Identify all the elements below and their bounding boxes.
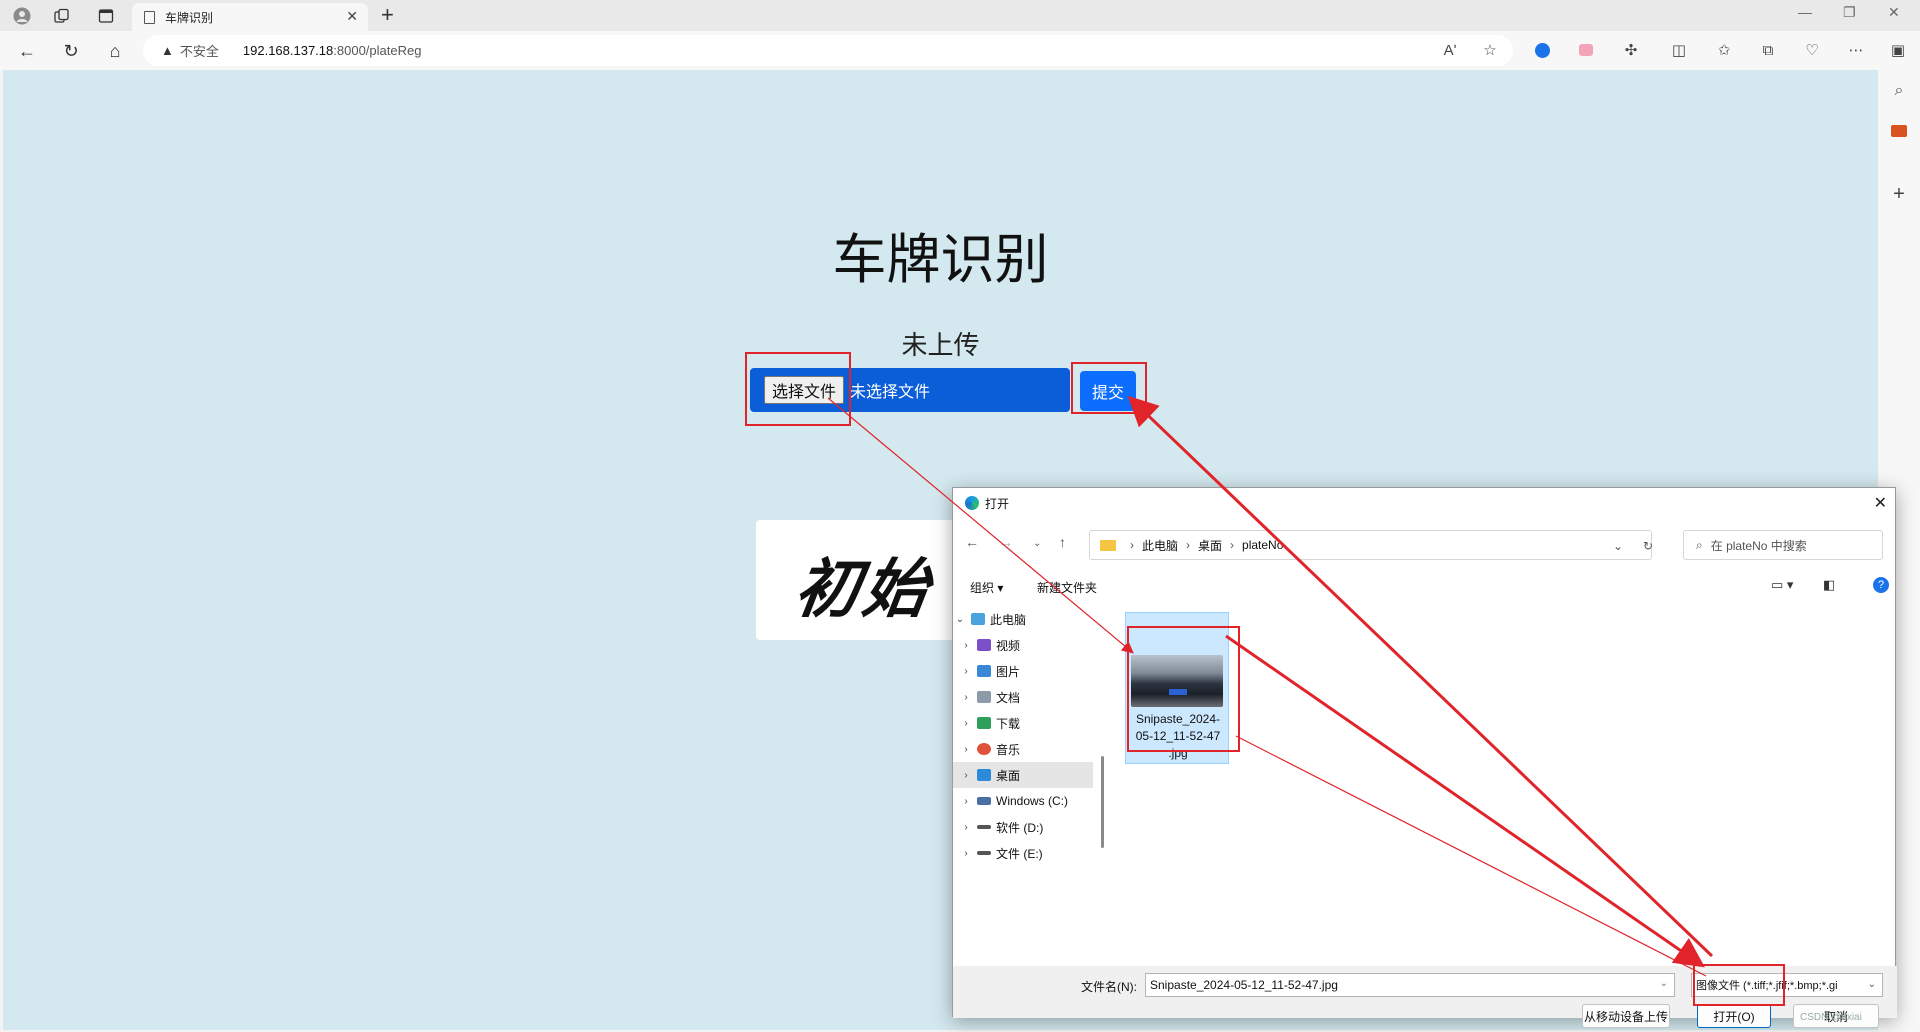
help-icon[interactable]: ?: [1873, 577, 1889, 593]
annotation-box-file-item: [1127, 626, 1240, 752]
refresh-icon[interactable]: ↻: [58, 38, 84, 64]
more-menu-icon[interactable]: ⋯: [1844, 38, 1868, 62]
extension-pink-icon[interactable]: [1574, 38, 1598, 62]
nav-pane-scrollbar[interactable]: [1101, 756, 1104, 848]
tab-title: 车牌识别: [165, 10, 214, 25]
search-icon: ⌕: [1696, 537, 1703, 552]
dialog-back-icon[interactable]: ←: [965, 534, 979, 550]
drive-icon: [977, 851, 991, 855]
videos-icon: [977, 639, 991, 651]
breadcrumb-dropdown-icon[interactable]: ⌄: [1613, 539, 1623, 553]
extension-blue-icon[interactable]: [1530, 38, 1554, 62]
profile-icon[interactable]: [10, 4, 34, 28]
dialog-title: 打开: [985, 496, 1010, 511]
security-label[interactable]: 不安全: [180, 41, 219, 60]
folder-icon: [1100, 539, 1116, 551]
tree-item-drive-c[interactable]: › Windows (C:): [953, 788, 1093, 814]
navigation-pane: ⌄ 此电脑 › 视频 › 图片 › 文档 › 下载 › 音乐 › 桌面 › Windows (C…: [953, 606, 1104, 966]
favorites-icon[interactable]: ✩: [1712, 38, 1736, 62]
tree-item-videos[interactable]: › 视频: [953, 632, 1093, 658]
result-image-text: 初始: [789, 552, 937, 627]
annotation-box-open-button: [1693, 964, 1785, 1006]
back-icon[interactable]: ←: [14, 38, 40, 64]
preview-pane-icon[interactable]: ◧: [1823, 577, 1835, 593]
sidebar-toggle-icon[interactable]: ▣: [1886, 38, 1910, 62]
url-path: :8000/plateReg: [333, 43, 422, 58]
tree-item-documents[interactable]: › 文档: [953, 684, 1093, 710]
tree-item-pictures[interactable]: › 图片: [953, 658, 1093, 684]
add-icon[interactable]: +: [1888, 183, 1910, 205]
page-icon: [144, 10, 155, 24]
address-bar[interactable]: ▲ 不安全 192.168.137.18:8000/plateReg: [143, 35, 1513, 66]
minimize-icon[interactable]: —: [1798, 4, 1812, 20]
tree-item-downloads[interactable]: › 下载: [953, 710, 1093, 736]
filename-input[interactable]: Snipaste_2024-05-12_11-52-47.jpg ⌄: [1145, 973, 1675, 997]
dialog-close-icon[interactable]: ✕: [1874, 493, 1887, 513]
upload-from-mobile-button[interactable]: 从移动设备上传: [1582, 1004, 1670, 1028]
drive-icon: [977, 797, 991, 805]
split-screen-icon[interactable]: ◫: [1667, 38, 1691, 62]
search-placeholder: 在 plateNo 中搜索: [1710, 538, 1807, 553]
browser-toolbar: ← ↻ ⌂ ▲ 不安全 192.168.137.18:8000/plateReg…: [0, 31, 1920, 70]
breadcrumb-item[interactable]: 此电脑: [1142, 537, 1178, 554]
pictures-icon: [977, 665, 991, 677]
tab-close-icon[interactable]: ✕: [346, 8, 358, 25]
new-folder-button[interactable]: 新建文件夹: [1037, 579, 1097, 596]
collections-icon[interactable]: ⧉: [1756, 38, 1780, 62]
breadcrumb[interactable]: › 此电脑 › 桌面 › plateNo: [1089, 530, 1652, 560]
warning-icon[interactable]: ▲: [161, 43, 174, 58]
vertical-tabs-icon[interactable]: [94, 4, 118, 28]
organize-menu[interactable]: 组织 ▾: [970, 579, 1003, 596]
annotation-box-choose-file: [745, 352, 851, 426]
watermark: CSDN @hxiai: [1800, 1012, 1862, 1023]
view-options-icon[interactable]: ▭ ▾: [1771, 577, 1793, 593]
music-icon: [977, 743, 991, 755]
restore-icon[interactable]: ❐: [1843, 4, 1856, 21]
dialog-forward-icon[interactable]: →: [999, 534, 1013, 550]
new-tab-button[interactable]: +: [381, 2, 394, 28]
browser-essentials-icon[interactable]: ♡: [1800, 38, 1824, 62]
tab-bar: 车牌识别 ✕ + — ❐ ✕: [0, 0, 1920, 31]
workspaces-icon[interactable]: [50, 4, 74, 28]
tools-icon[interactable]: [1888, 120, 1910, 142]
dialog-title-bar: 打开 ✕: [953, 488, 1897, 518]
home-icon[interactable]: ⌂: [102, 38, 128, 64]
browser-tab-active[interactable]: 车牌识别 ✕: [132, 3, 368, 31]
this-pc-icon: [971, 613, 985, 625]
chevron-down-icon[interactable]: ⌄: [1867, 979, 1876, 990]
favorite-star-icon[interactable]: ☆: [1478, 38, 1502, 62]
recent-dropdown-icon[interactable]: ⌄: [1033, 538, 1041, 549]
no-file-text: 未选择文件: [850, 382, 931, 401]
dialog-refresh-icon[interactable]: ↻: [1643, 539, 1653, 553]
command-bar: 组织 ▾ 新建文件夹 ▭ ▾ ◧ ?: [953, 573, 1897, 599]
breadcrumb-item[interactable]: plateNo: [1242, 538, 1283, 552]
downloads-icon: [977, 717, 991, 729]
open-button[interactable]: 打开(O): [1697, 1004, 1771, 1028]
extensions-puzzle-icon[interactable]: ✣: [1619, 38, 1643, 62]
upload-status: 未上传: [901, 331, 980, 361]
breadcrumb-item[interactable]: 桌面: [1198, 537, 1222, 554]
tree-item-music[interactable]: › 音乐: [953, 736, 1093, 762]
url-host: 192.168.137.18: [242, 43, 334, 58]
page-title: 车牌识别: [832, 228, 1049, 291]
tree-item-drive-e[interactable]: › 文件 (E:): [953, 840, 1093, 866]
open-file-dialog: 打开 ✕ ← → ⌄ ↑ › 此电脑 › 桌面 › plateNo ⌄ ↻ ⌕ …: [952, 487, 1897, 1028]
edge-logo-icon: [965, 496, 979, 510]
tree-item-desktop[interactable]: › 桌面: [953, 762, 1093, 788]
desktop-icon: [977, 769, 991, 781]
read-aloud-icon[interactable]: Aʹ: [1438, 38, 1462, 62]
documents-icon: [977, 691, 991, 703]
search-icon[interactable]: ⌕: [1888, 80, 1910, 102]
tree-item-this-pc[interactable]: ⌄ 此电脑: [953, 606, 1093, 632]
up-folder-icon[interactable]: ↑: [1059, 534, 1066, 550]
tree-item-drive-d[interactable]: › 软件 (D:): [953, 814, 1093, 840]
chevron-down-icon[interactable]: ⌄: [1660, 978, 1668, 989]
annotation-box-submit: [1071, 362, 1147, 414]
drive-icon: [977, 825, 991, 829]
filename-label: 文件名(N):: [1081, 980, 1137, 994]
dialog-search-input[interactable]: ⌕ 在 plateNo 中搜索: [1683, 530, 1883, 560]
window-close-icon[interactable]: ✕: [1888, 4, 1900, 21]
